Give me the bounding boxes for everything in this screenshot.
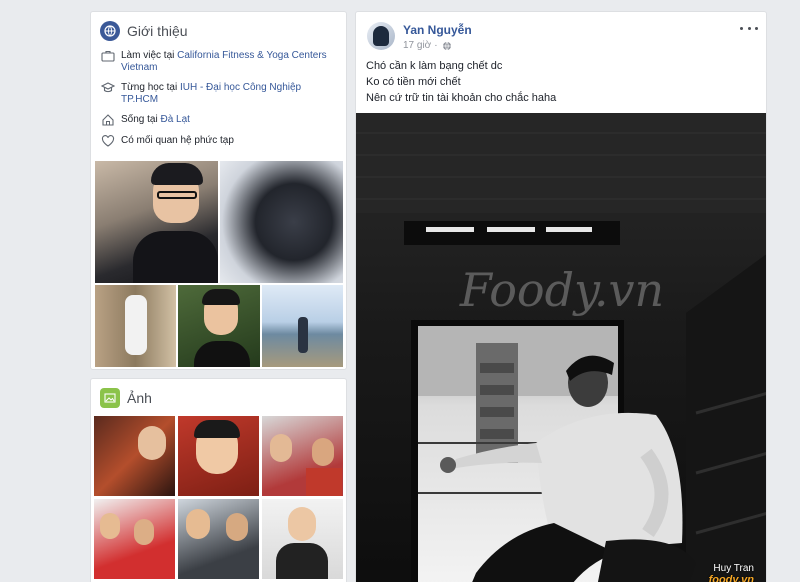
featured-photo-3[interactable] — [95, 285, 176, 367]
intro-title: Giới thiệu — [127, 23, 188, 39]
post-time[interactable]: 17 giờ · — [403, 40, 452, 51]
featured-photo-4[interactable] — [178, 285, 260, 367]
post-card: Yan Nguyễn 17 giờ · Chó cần k làm bạng c… — [355, 11, 767, 582]
public-globe-icon — [442, 41, 451, 50]
work-prefix: Làm việc tại — [121, 50, 175, 61]
caption-line-3: Nên cứ trữ tin tài khoản cho chắc haha — [366, 92, 557, 104]
more-dots-icon[interactable] — [740, 22, 758, 34]
photo-thumb-2[interactable] — [178, 416, 259, 496]
photo-thumb-4[interactable] — [94, 499, 175, 579]
caption-line-2: Ko có tiền mới chết — [366, 76, 461, 88]
heart-icon — [101, 135, 115, 147]
intro-header: Giới thiệu — [91, 12, 346, 50]
work-row: Làm việc tại California Fitness & Yoga C… — [91, 50, 346, 74]
photos-card: Ảnh — [90, 378, 347, 582]
post-photo-scene — [356, 113, 766, 582]
briefcase-icon — [101, 50, 115, 62]
photo-thumb-5[interactable] — [178, 499, 259, 579]
study-prefix: Từng học tại — [121, 82, 178, 93]
globe-icon — [100, 21, 120, 41]
photo-thumb-1[interactable] — [94, 416, 175, 496]
lives-row: Sống tại Đà Lạt — [91, 114, 346, 127]
photo-thumb-3[interactable] — [262, 416, 343, 496]
intro-card: Giới thiệu Làm việc tại California Fitne… — [90, 11, 347, 370]
image-icon — [100, 388, 120, 408]
caption-line-1: Chó cần k làm bạng chết dc — [366, 60, 503, 72]
study-row: Từng học tại IUH - Đại học Công Nghiệp T… — [91, 82, 346, 106]
foody-watermark: Foody.vn — [459, 263, 665, 317]
photos-header: Ảnh — [91, 379, 346, 417]
photo-thumb-6[interactable] — [262, 499, 343, 579]
post-time-text: 17 giờ — [403, 40, 432, 51]
photo-credit: Huy Tran foody.vn — [709, 563, 754, 582]
relationship-text: Có mối quan hệ phức tạp — [121, 135, 234, 146]
photos-title: Ảnh — [127, 390, 152, 406]
photo-credit-brand: foody.vn — [708, 574, 754, 582]
relationship-row: Có mối quan hệ phức tạp — [91, 135, 346, 148]
lives-link[interactable]: Đà Lạt — [160, 114, 189, 125]
graduation-cap-icon — [101, 82, 115, 93]
lives-prefix: Sống tại — [121, 114, 158, 125]
post-caption: Chó cần k làm bạng chết dc Ko có tiền mớ… — [366, 58, 556, 106]
author-name[interactable]: Yan Nguyễn — [403, 23, 472, 37]
post-photo[interactable]: Foody.vn Huy Tran foody.vn — [356, 113, 766, 582]
featured-photo-1[interactable] — [95, 161, 218, 283]
featured-photo-2[interactable] — [220, 161, 343, 283]
author-avatar[interactable] — [367, 22, 395, 50]
home-icon — [102, 114, 114, 126]
featured-photo-5[interactable] — [262, 285, 343, 367]
photo-credit-name: Huy Tran — [713, 563, 754, 574]
